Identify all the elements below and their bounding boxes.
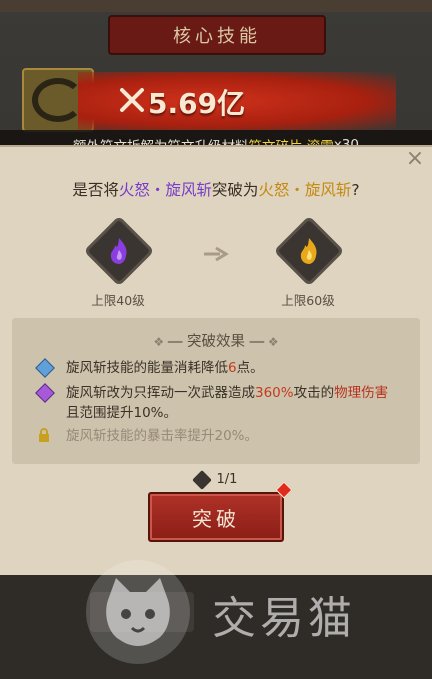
lock-icon [39, 428, 49, 442]
to-rune: 火怒・旋风斩 [258, 181, 352, 199]
title-banner: 核心技能 [108, 15, 326, 55]
ornament-left-icon: ❖ ━━ [153, 335, 183, 349]
effects-title-row: ❖ ━━ 突破效果 ━━ ❖ [0, 330, 432, 351]
effect-1-num: 6 [228, 360, 237, 376]
cost-value: 1/1 [216, 472, 238, 487]
watermark-text: 交易猫 [212, 593, 356, 644]
power-value: 5.69亿 [148, 87, 246, 120]
from-rune: 火怒・旋风斩 [118, 181, 212, 199]
gold-flame-icon [300, 238, 317, 264]
effect-2: 旋风斩改为只挥动一次武器造成360%攻击的物理伤害 且范围提升10%。 [66, 383, 388, 423]
effect-3: 旋风斩技能的暴击率提升20%。 [66, 428, 259, 444]
ornament-right-icon: ━━ ❖ [249, 335, 279, 349]
to-cap-label: 上限60级 [281, 293, 335, 308]
from-cap-label: 上限40级 [91, 293, 145, 308]
watermark-cat-logo [86, 560, 190, 664]
effect-2-text: 旋风斩改为只挥动一次武器造成 [66, 385, 255, 401]
breakthrough-button[interactable]: 突破 [148, 492, 284, 542]
effect-1-text: 旋风斩技能的能量消耗降低 [66, 360, 228, 376]
swirl-icon [32, 78, 84, 122]
purple-flame-icon [110, 238, 127, 264]
question-mid: 突破为 [211, 181, 259, 199]
effects-title: 突破效果 [187, 334, 245, 350]
effect-2-mid: 攻击的 [293, 385, 335, 401]
question-prefix: 是否将 [72, 181, 119, 199]
effect-2-line2: 且范围提升10%。 [66, 405, 178, 421]
close-icon[interactable]: × [404, 148, 426, 170]
cost-row: 1/1 [0, 469, 432, 490]
question-text: 是否将火怒・旋风斩突破为火怒・旋风斩? [0, 178, 432, 200]
question-suffix: ? [351, 181, 360, 199]
page-title: 核心技能 [173, 26, 261, 47]
rune-cost-icon [191, 469, 212, 490]
effect-2-damage: 物理伤害 [334, 385, 389, 401]
arrow-right-icon [204, 246, 229, 262]
effect-2-num: 360% [255, 385, 294, 401]
crossed-swords-icon [120, 88, 144, 112]
top-strip [0, 0, 432, 12]
effect-1-suffix: 点。 [236, 360, 264, 376]
breakthrough-label: 突破 [192, 506, 240, 531]
effect-1: 旋风斩技能的能量消耗降低6点。 [66, 358, 264, 378]
